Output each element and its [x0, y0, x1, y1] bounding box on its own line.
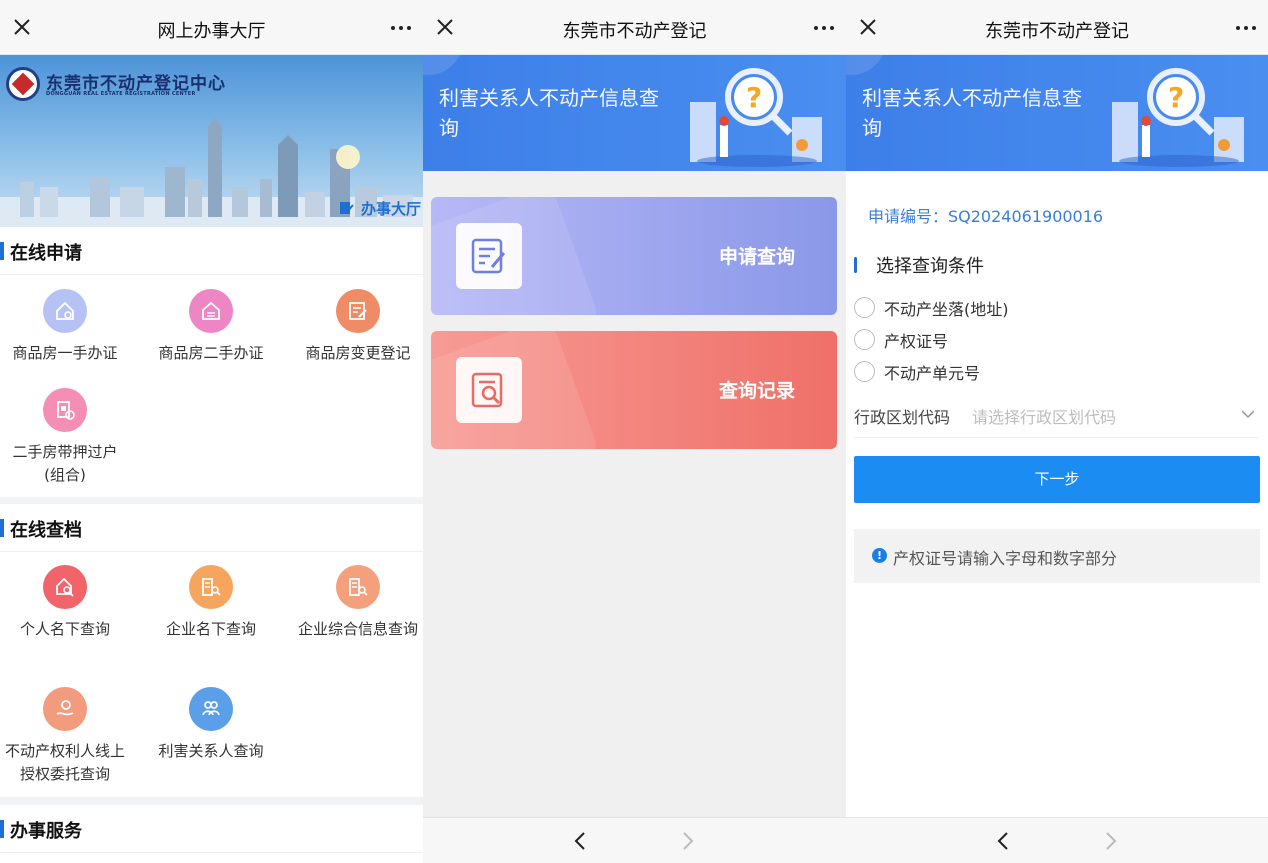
section-online-archive: 在线查档 [0, 504, 423, 552]
company-info-icon [336, 565, 380, 609]
section-separator [0, 797, 423, 805]
close-icon[interactable] [12, 17, 32, 37]
query-illustration-icon: ? [690, 68, 822, 167]
query-record-label: 查询记录 [718, 380, 795, 402]
hero-banner: 利害关系人不动产信息查询 ? [423, 55, 846, 171]
page-title: 东莞市不动产登记 [562, 21, 707, 42]
service-item-label: 商品房二手办证 [158, 344, 264, 362]
service-item[interactable]: 企业名下查询 [141, 565, 281, 641]
radio-label: 不动产坐落(地址) [884, 300, 1009, 319]
application-number: 申请编号：SQ2024061900016 [868, 207, 1104, 226]
service-item-label: 利害关系人查询 [158, 742, 264, 760]
close-icon[interactable] [435, 17, 455, 37]
service-item[interactable]: 商品房变更登记 [288, 289, 423, 365]
service-item-label: 企业综合信息查询 [298, 620, 419, 638]
screenshot-collage: 网上办事大厅 东莞市不动产登记中心 DONGGUAN REAL ESTATE R… [0, 0, 1268, 863]
page-title: 网上办事大厅 [157, 21, 266, 42]
company-search-icon [189, 565, 233, 609]
query-illustration-icon: ? [1112, 68, 1244, 167]
top-bar: 东莞市不动产登记 [423, 0, 846, 55]
hero-banner: 利害关系人不动产信息查询 ? [846, 55, 1268, 171]
apply-query-icon-box [456, 223, 522, 289]
authorization-icon [43, 687, 87, 731]
query-record-card[interactable]: 查询记录 [431, 331, 837, 449]
service-item[interactable]: 二手房带押过户(组合) [0, 388, 135, 487]
region-code-label: 行政区划代码 [854, 408, 951, 427]
section-marker [854, 257, 857, 273]
service-item[interactable]: 个人名下查询 [0, 565, 135, 641]
apply-query-card[interactable]: 申请查询 [431, 197, 837, 315]
back-arrow-icon[interactable] [996, 831, 1010, 851]
stakeholder-query-home-panel: 东莞市不动产登记 利害关系人不动产信息查询 ? 申请查询 查询记录 [423, 0, 846, 863]
decorative-circle [846, 55, 886, 75]
service-item-label: 企业名下查询 [165, 620, 256, 638]
service-item-label: 不动产权利人线上授权委托查询 [5, 742, 126, 783]
house-certificate-icon [43, 289, 87, 333]
query-condition-panel: 东莞市不动产登记 利害关系人不动产信息查询 ? 申请编号：SQ202406190 [846, 0, 1268, 863]
service-item[interactable]: 利害关系人查询 [141, 687, 281, 763]
apply-query-label: 申请查询 [718, 246, 795, 268]
mortgage-transfer-icon [43, 388, 87, 432]
chevron-down-icon[interactable] [1240, 408, 1256, 420]
input-tip-box: ! 产权证号请输入字母和数字部分 [854, 529, 1260, 583]
service-item[interactable]: 不动产权利人线上授权委托查询 [0, 687, 135, 786]
service-item-label: 商品房一手办证 [12, 344, 118, 362]
stakeholder-icon [189, 687, 233, 731]
hero-title: 利害关系人不动产信息查询 [439, 86, 659, 140]
forward-arrow-icon[interactable] [681, 831, 695, 851]
city-banner: 东莞市不动产登记中心 DONGGUAN REAL ESTATE REGISTRA… [0, 55, 423, 227]
service-item[interactable]: 企业综合信息查询 [288, 565, 423, 641]
close-icon[interactable] [858, 17, 878, 37]
bottom-nav-bar [423, 817, 846, 863]
edit-icon [339, 202, 354, 214]
service-item-label: 个人名下查询 [19, 620, 110, 638]
service-item[interactable]: 商品房二手办证 [141, 289, 281, 365]
page-title: 东莞市不动产登记 [985, 21, 1129, 42]
tip-text: 产权证号请输入字母和数字部分 [893, 549, 1118, 568]
section-marker [0, 519, 4, 537]
bottom-nav-bar [846, 817, 1268, 863]
service-hall-panel: 网上办事大厅 东莞市不动产登记中心 DONGGUAN REAL ESTATE R… [0, 0, 423, 863]
section-marker [0, 242, 4, 260]
radio-circle[interactable] [854, 361, 875, 382]
region-code-placeholder: 请选择行政区划代码 [972, 408, 1117, 427]
radio-circle[interactable] [854, 329, 875, 350]
hero-title: 利害关系人不动产信息查询 [862, 86, 1082, 140]
back-arrow-icon[interactable] [573, 831, 587, 851]
top-bar: 网上办事大厅 [0, 0, 423, 55]
query-record-icon-box [456, 357, 522, 423]
section-title: 在线查档 [10, 520, 82, 541]
section-title: 在线申请 [10, 243, 82, 264]
service-hall-link-label: 办事大厅 [360, 200, 421, 218]
condition-title: 选择查询条件 [876, 256, 984, 277]
apply-query-icon [471, 238, 506, 274]
more-icon[interactable] [1234, 18, 1258, 38]
query-record-icon [471, 372, 503, 408]
section-online-apply: 在线申请 [0, 227, 423, 275]
section-services: 办事服务 [0, 805, 423, 853]
radio-circle[interactable] [854, 297, 875, 318]
service-item[interactable]: 商品房一手办证 [0, 289, 135, 365]
forward-arrow-icon[interactable] [1104, 831, 1118, 851]
more-icon[interactable] [812, 18, 836, 38]
radio-label: 不动产单元号 [884, 364, 981, 383]
next-step-button[interactable]: 下一步 [854, 456, 1260, 503]
info-icon: ! [872, 548, 887, 563]
section-title: 办事服务 [10, 821, 82, 842]
decorative-circle [423, 55, 463, 75]
personal-search-icon [43, 565, 87, 609]
service-item-label: 二手房带押过户(组合) [12, 443, 118, 484]
document-edit-icon [336, 289, 380, 333]
service-hall-link[interactable]: 办事大厅 [339, 198, 421, 219]
region-code-select[interactable]: 行政区划代码 请选择行政区划代码 [854, 404, 1258, 438]
more-icon[interactable] [389, 18, 413, 38]
service-item-label: 商品房变更登记 [305, 344, 411, 362]
house-transfer-icon [189, 289, 233, 333]
radio-label: 产权证号 [884, 332, 949, 351]
section-marker [0, 820, 4, 838]
svg-text:?: ? [746, 81, 762, 114]
top-bar: 东莞市不动产登记 [846, 0, 1268, 55]
svg-text:?: ? [1168, 81, 1184, 114]
